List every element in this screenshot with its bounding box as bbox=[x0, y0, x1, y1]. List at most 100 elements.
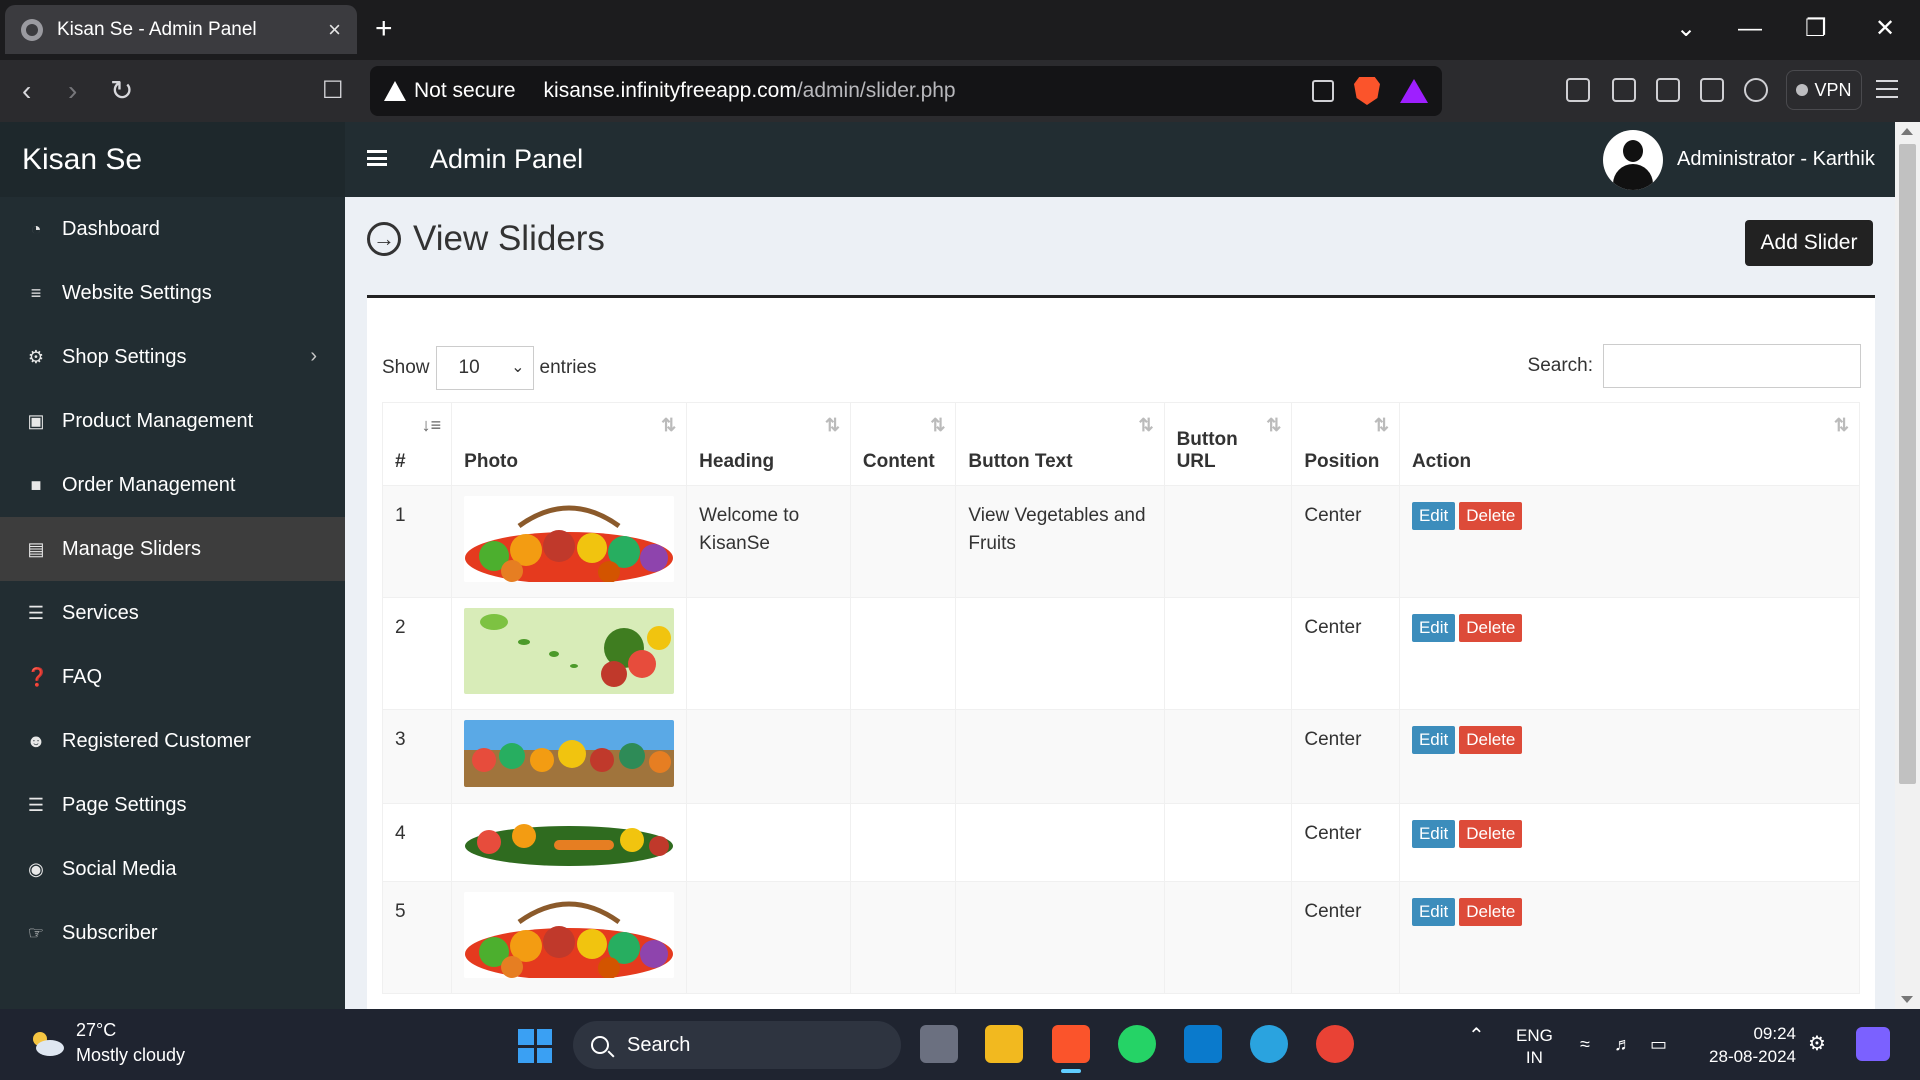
avatar[interactable] bbox=[1603, 130, 1663, 190]
window-close-icon[interactable]: ✕ bbox=[1875, 12, 1895, 46]
taskbar-search[interactable]: Search bbox=[573, 1021, 901, 1069]
forward-icon[interactable]: › bbox=[68, 74, 77, 108]
extensions-icon[interactable] bbox=[1566, 78, 1590, 102]
sidebar-item-subscriber[interactable]: ☞ Subscriber bbox=[0, 901, 345, 965]
slider-thumbnail[interactable] bbox=[464, 496, 675, 582]
language-indicator[interactable]: ENG IN bbox=[1516, 1025, 1553, 1069]
file-explorer-icon[interactable] bbox=[985, 1025, 1023, 1063]
edit-button[interactable]: Edit bbox=[1411, 502, 1456, 530]
heading-cell bbox=[686, 597, 851, 710]
tab-close-icon[interactable]: × bbox=[328, 17, 341, 43]
add-slider-button[interactable]: Add Slider bbox=[1745, 220, 1873, 266]
edit-button[interactable]: Edit bbox=[1411, 726, 1456, 754]
whatsapp-icon[interactable] bbox=[1118, 1025, 1156, 1063]
battery-icon[interactable]: ▭ bbox=[1650, 1033, 1667, 1055]
leo-ai-icon[interactable] bbox=[1744, 78, 1768, 102]
edit-button[interactable]: Edit bbox=[1411, 820, 1456, 848]
order-icon: ■ bbox=[30, 475, 42, 495]
column-header-number[interactable]: # ↓≡ bbox=[381, 402, 453, 486]
scroll-down-icon[interactable] bbox=[1901, 996, 1913, 1003]
slider-thumbnail[interactable] bbox=[464, 608, 675, 694]
bookmark-icon[interactable]: ☐ bbox=[322, 74, 344, 108]
delete-button[interactable]: Delete bbox=[1459, 820, 1523, 848]
sidebar-item-order-management[interactable]: ■ Order Management bbox=[0, 453, 345, 517]
tray-overflow-icon[interactable]: ⌃ bbox=[1468, 1025, 1485, 1047]
brave-rewards-icon[interactable] bbox=[1400, 79, 1428, 103]
notifications-icon[interactable]: ⚙ bbox=[1808, 1033, 1826, 1055]
minimize-icon[interactable]: — bbox=[1738, 12, 1762, 46]
user-name[interactable]: Administrator - Karthik bbox=[1677, 148, 1875, 171]
downloads-icon[interactable] bbox=[1612, 78, 1636, 102]
sidebar-item-product-management[interactable]: ▣ Product Management bbox=[0, 389, 345, 453]
sidebar-item-page-settings[interactable]: ☰ Page Settings bbox=[0, 773, 345, 837]
new-tab-button[interactable]: + bbox=[375, 12, 393, 46]
brand-logo[interactable]: Kisan Se bbox=[0, 122, 345, 197]
reload-icon[interactable]: ↻ bbox=[110, 74, 133, 108]
search-input[interactable] bbox=[1603, 344, 1861, 388]
browser-tab[interactable]: Kisan Se - Admin Panel × bbox=[5, 5, 357, 54]
wifi-icon[interactable]: ≈ bbox=[1580, 1033, 1590, 1055]
slider-thumbnail[interactable] bbox=[464, 720, 675, 787]
row-number: 2 bbox=[381, 597, 453, 710]
scroll-up-icon[interactable] bbox=[1901, 128, 1913, 135]
sidebar-item-manage-sliders[interactable]: ▤ Manage Sliders bbox=[0, 517, 345, 581]
column-header-button-url[interactable]: Button URL ⇅ bbox=[1163, 402, 1293, 486]
url-bar[interactable]: Not secure kisanse.infinityfreeapp.com /… bbox=[370, 66, 1442, 116]
delete-button[interactable]: Delete bbox=[1459, 502, 1523, 530]
column-header-content[interactable]: Content ⇅ bbox=[849, 402, 957, 486]
weather-temperature[interactable]: 27°C bbox=[76, 1020, 116, 1041]
sidebar-item-services[interactable]: ☰ Services bbox=[0, 581, 345, 645]
back-icon[interactable]: ‹ bbox=[22, 74, 31, 108]
sort-icon: ⇅ bbox=[661, 415, 677, 435]
heading-cell bbox=[686, 709, 851, 804]
edit-button[interactable]: Edit bbox=[1411, 898, 1456, 926]
share-icon[interactable] bbox=[1312, 80, 1334, 102]
sidebar-item-dashboard[interactable]: ◔ Dashboard bbox=[0, 197, 345, 261]
sidebar-item-website-settings[interactable]: ≡ Website Settings bbox=[0, 261, 345, 325]
column-header-button-text[interactable]: Button Text ⇅ bbox=[955, 402, 1165, 486]
delete-button[interactable]: Delete bbox=[1459, 614, 1523, 642]
cloud-sun-icon[interactable] bbox=[28, 1029, 66, 1057]
restore-icon[interactable]: ❐ bbox=[1805, 12, 1827, 46]
telegram-icon[interactable] bbox=[1250, 1025, 1288, 1063]
sidebar-item-social-media[interactable]: ◉ Social Media bbox=[0, 837, 345, 901]
task-view-icon[interactable] bbox=[920, 1025, 958, 1063]
delete-button[interactable]: Delete bbox=[1459, 726, 1523, 754]
volume-icon[interactable]: ♬ bbox=[1614, 1033, 1632, 1055]
wallet-icon[interactable] bbox=[1700, 78, 1724, 102]
page-length-select[interactable]: 10 ⌄ bbox=[435, 346, 534, 390]
clock[interactable]: 09:24 28-08-2024 bbox=[1700, 1022, 1796, 1068]
content-cell bbox=[849, 597, 957, 710]
sidebar-toggle-icon[interactable] bbox=[367, 150, 387, 166]
security-indicator[interactable]: Not secure bbox=[414, 79, 516, 103]
delete-button[interactable]: Delete bbox=[1459, 898, 1523, 926]
column-header-action[interactable]: Action ⇅ bbox=[1398, 402, 1861, 486]
browser-menu-icon[interactable] bbox=[1876, 80, 1898, 98]
weather-description[interactable]: Mostly cloudy bbox=[76, 1045, 185, 1066]
scrollbar-thumb[interactable] bbox=[1899, 144, 1916, 784]
copilot-icon[interactable] bbox=[1856, 1027, 1890, 1061]
slider-thumbnail[interactable] bbox=[464, 892, 675, 978]
tab-list-chevron-icon[interactable]: ⌄ bbox=[1676, 12, 1696, 46]
sidebar-item-shop-settings[interactable]: ⚙ Shop Settings › bbox=[0, 325, 345, 389]
brave-browser-icon[interactable] bbox=[1052, 1025, 1090, 1073]
panel-title: Admin Panel bbox=[430, 144, 584, 174]
brave-shields-icon[interactable] bbox=[1354, 77, 1380, 105]
vscode-icon[interactable] bbox=[1184, 1025, 1222, 1063]
sidebar-icon[interactable] bbox=[1656, 78, 1680, 102]
page-length-value: 10 bbox=[458, 357, 480, 378]
edit-button[interactable]: Edit bbox=[1411, 614, 1456, 642]
sliders-box: Show 10 ⌄ entries Search: # ↓≡ Photo ⇅ Hea… bbox=[367, 295, 1875, 1009]
photo-cell bbox=[451, 485, 688, 598]
photo-cell bbox=[451, 709, 688, 804]
slider-thumbnail[interactable] bbox=[464, 814, 675, 868]
sidebar-item-faq[interactable]: ❓ FAQ bbox=[0, 645, 345, 709]
vpn-button[interactable]: VPN bbox=[1786, 70, 1862, 110]
chrome-icon[interactable] bbox=[1316, 1025, 1354, 1063]
column-header-position[interactable]: Position ⇅ bbox=[1291, 402, 1400, 486]
page-scrollbar[interactable] bbox=[1895, 122, 1920, 1009]
sidebar-item-registered-customer[interactable]: ☻ Registered Customer bbox=[0, 709, 345, 773]
column-header-photo[interactable]: Photo ⇅ bbox=[451, 402, 688, 486]
start-button[interactable] bbox=[518, 1029, 552, 1063]
column-header-heading[interactable]: Heading ⇅ bbox=[686, 402, 851, 486]
